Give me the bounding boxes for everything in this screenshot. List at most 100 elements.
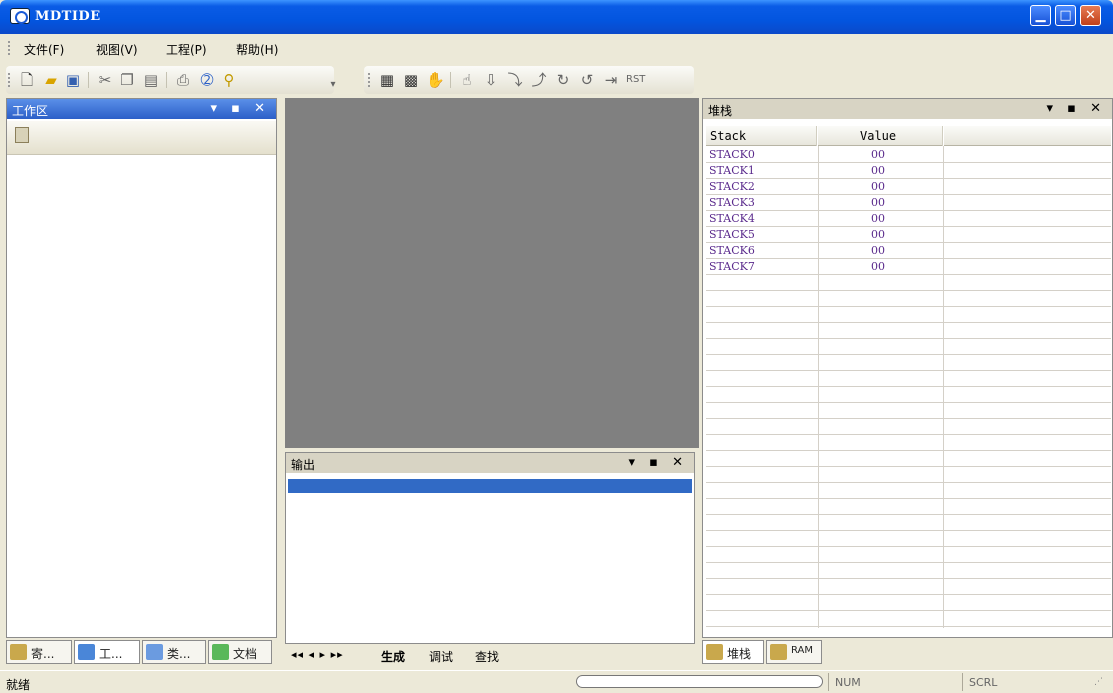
standard-toolbar: 🗋 ▰ ▣ ✂ ❐ ▤ ⎙ ➁ ⚲ ▾ (6, 66, 336, 94)
table-row[interactable]: STACK1 00 (706, 163, 1111, 179)
tab-registers-label: 寄... (31, 647, 55, 661)
column-header-value[interactable]: Value (860, 129, 896, 143)
stack-value-cell[interactable]: 00 (871, 227, 885, 243)
table-row[interactable]: STACK7 00 (706, 259, 1111, 275)
maximize-button[interactable]: □ (1055, 5, 1076, 26)
menubar-grip[interactable] (8, 41, 11, 55)
empty-row (706, 403, 1111, 419)
step-over-icon[interactable]: ⤵ (506, 71, 524, 89)
stop-icon[interactable]: ✋ (426, 71, 445, 89)
step-out-icon[interactable]: ⤴ (530, 71, 548, 89)
maximize-icon: □ (1059, 8, 1072, 23)
stack-value-cell[interactable]: 00 (871, 259, 885, 275)
status-text: 就绪 (6, 678, 31, 692)
output-tab-nav[interactable]: ◂◂ ◂ ▸ ▸▸ (291, 648, 344, 661)
close-button[interactable]: ✕ (1080, 5, 1101, 26)
empty-row (706, 595, 1111, 611)
workspace-root-icon[interactable] (15, 127, 29, 143)
tab-stack[interactable]: 堆栈 (702, 640, 764, 664)
stack-name-cell: STACK6 (709, 244, 755, 257)
empty-row (706, 291, 1111, 307)
table-row[interactable]: STACK3 00 (706, 195, 1111, 211)
stack-value-cell[interactable]: 00 (871, 179, 885, 195)
copy-icon[interactable]: ❐ (118, 71, 136, 89)
output-selected-line[interactable] (288, 479, 692, 493)
column-header-stack[interactable]: Stack (710, 129, 746, 143)
tab-ram-label: RAM (791, 645, 814, 656)
breakpoint-icon[interactable]: ☝ (458, 71, 476, 89)
tab-ram[interactable]: RAM (766, 640, 822, 664)
tab-documents[interactable]: 文档 (208, 640, 272, 664)
open-folder-icon[interactable]: ▰ (42, 71, 60, 89)
save-icon[interactable]: ▣ (64, 71, 82, 89)
ram-icon (770, 644, 787, 660)
stack-tabs: 堆栈 RAM (702, 640, 1112, 664)
reset-icon[interactable]: RST (626, 71, 645, 89)
menu-project[interactable]: 工程(P) (166, 41, 207, 58)
tab-find[interactable]: 查找 (475, 644, 499, 666)
workspace-tabs: 寄... 工... 类... 文档 (6, 640, 277, 664)
stack-value-cell[interactable]: 00 (871, 195, 885, 211)
tab-build[interactable]: 生成 (381, 644, 405, 666)
table-row[interactable]: STACK0 00 (706, 147, 1111, 163)
empty-row (706, 451, 1111, 467)
print-icon[interactable]: ⎙ (174, 71, 192, 89)
status-bar: 就绪 NUM SCRL ⋰ (0, 670, 1113, 693)
empty-row (706, 307, 1111, 323)
cut-icon[interactable]: ✂ (96, 71, 114, 89)
workspace-title: 工作区 (12, 104, 49, 118)
toolbar-overflow-icon[interactable]: ▾ (324, 76, 342, 94)
stack-value-cell[interactable]: 00 (871, 147, 885, 163)
tab-registers[interactable]: 寄... (6, 640, 72, 664)
debug-toolbar: ▦ ▩ ✋ ☝ ⇩ ⤵ ⤴ ↻ ↺ ⇥ RST (364, 66, 694, 94)
title-bar: MDTIDE ▁ □ ✕ (0, 0, 1113, 34)
halt-icon[interactable]: ⇥ (602, 71, 620, 89)
output-panel: 输出 ▾ ▪ ✕ (285, 452, 695, 644)
go-icon[interactable]: ↺ (578, 71, 596, 89)
resize-grip-icon[interactable]: ⋰ (1094, 677, 1103, 687)
step-icon[interactable]: ⇩ (482, 71, 500, 89)
rebuild-icon[interactable]: ▩ (402, 71, 420, 89)
stack-name-cell: STACK7 (709, 260, 755, 273)
project-icon (78, 644, 95, 660)
stack-value-cell[interactable]: 00 (871, 163, 885, 179)
column-separator[interactable] (816, 126, 818, 146)
stack-panel: 堆栈 ▾ ▪ ✕ Stack Value STACK0 00 STACK1 00 STA… (702, 98, 1113, 638)
tab-project[interactable]: 工... (74, 640, 140, 664)
stack-value-cell[interactable]: 00 (871, 211, 885, 227)
tab-classes[interactable]: 类... (142, 640, 206, 664)
register-icon (10, 644, 27, 660)
status-scrl: SCRL (962, 673, 1092, 691)
menu-help[interactable]: 帮助(H) (236, 41, 278, 58)
run-to-cursor-icon[interactable]: ↻ (554, 71, 572, 89)
empty-row (706, 371, 1111, 387)
minimize-button[interactable]: ▁ (1030, 5, 1051, 26)
stack-header-buttons[interactable]: ▾ ▪ ✕ (1047, 101, 1107, 116)
tab-classes-label: 类... (167, 647, 191, 661)
tab-debug[interactable]: 调试 (429, 644, 453, 666)
output-header-buttons[interactable]: ▾ ▪ ✕ (629, 455, 689, 470)
workspace-header-buttons[interactable]: ▾ ▪ ✕ (211, 101, 271, 116)
toolbar-grip[interactable] (368, 73, 371, 87)
editor-area[interactable] (285, 98, 699, 448)
stack-value-cell[interactable]: 00 (871, 243, 885, 259)
close-icon: ✕ (1085, 8, 1096, 23)
menu-view[interactable]: 视图(V) (96, 41, 138, 58)
new-file-icon[interactable]: 🗋 (18, 71, 36, 89)
table-row[interactable]: STACK6 00 (706, 243, 1111, 259)
empty-row (706, 547, 1111, 563)
empty-row (706, 355, 1111, 371)
toolbar-grip[interactable] (8, 73, 11, 87)
table-row[interactable]: STACK2 00 (706, 179, 1111, 195)
empty-row (706, 323, 1111, 339)
menu-file[interactable]: 文件(F) (24, 41, 64, 58)
window-title: MDTIDE (35, 9, 101, 24)
table-row[interactable]: STACK4 00 (706, 211, 1111, 227)
find-icon[interactable]: ⚲ (220, 71, 238, 89)
build-icon[interactable]: ▦ (378, 71, 396, 89)
stack-name-cell: STACK4 (709, 212, 755, 225)
column-separator[interactable] (942, 126, 944, 146)
paste-icon[interactable]: ▤ (142, 71, 160, 89)
table-row[interactable]: STACK5 00 (706, 227, 1111, 243)
help-icon[interactable]: ➁ (198, 71, 216, 89)
